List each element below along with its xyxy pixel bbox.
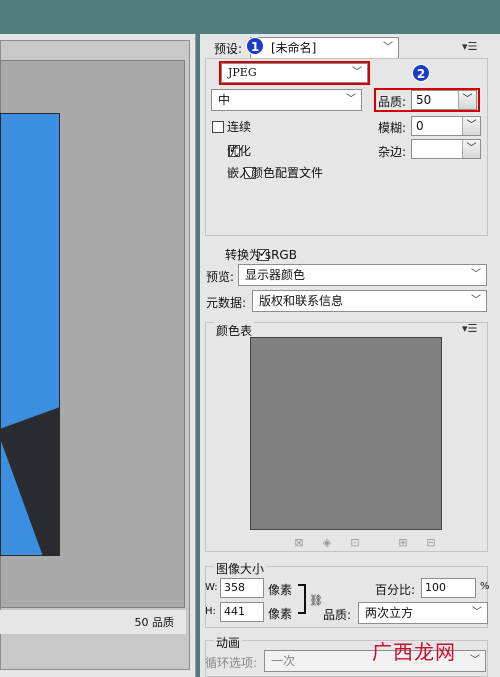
height-unit: 像素 (268, 607, 293, 621)
lock-color-icon[interactable]: ⊡ (348, 536, 362, 549)
constrain-bracket (298, 584, 306, 614)
map-color-icon[interactable]: ⊠ (292, 536, 306, 549)
animation-title: 动画 (214, 634, 243, 651)
blur-label: 模糊: (378, 121, 407, 135)
percent-unit: % (480, 581, 490, 592)
step-badge-1: 1 (246, 37, 264, 55)
preview-status-bar: 50 品质 (0, 610, 186, 634)
preview-dropdown[interactable]: 显示器颜色 ﹀ (238, 264, 487, 286)
color-table-swatches[interactable] (250, 337, 442, 530)
image-size-title: 图像大小 (214, 560, 267, 577)
chevron-down-icon: ﹀ (471, 269, 481, 280)
chevron-down-icon[interactable]: ﹀ (458, 91, 476, 109)
preview-image (0, 113, 60, 556)
chevron-down-icon[interactable]: ﹀ (462, 117, 480, 135)
link-icon[interactable]: ⛓ (309, 594, 323, 607)
new-color-icon[interactable]: ⊞ (396, 536, 410, 549)
chevron-down-icon: ﹀ (346, 94, 356, 105)
compression-value: 中 (218, 93, 231, 107)
preview-quality-text: 50 品质 (134, 616, 175, 629)
step-badge-2: 2 (412, 64, 430, 82)
chevron-down-icon: ﹀ (470, 655, 480, 666)
metadata-label: 元数据: (206, 296, 247, 310)
preview-value: 显示器颜色 (245, 268, 306, 282)
color-table-title: 颜色表 (214, 322, 255, 339)
quality-value: 50 (416, 93, 432, 107)
preset-value: [未命名] (271, 41, 317, 55)
preset-dropdown[interactable]: [未命名] ﹀ (250, 37, 399, 59)
metadata-dropdown[interactable]: 版权和联系信息 ﹀ (252, 290, 487, 312)
chevron-down-icon: ﹀ (352, 67, 362, 78)
trash-icon[interactable]: ⊟ (424, 536, 438, 549)
resample-quality-label: 品质: (323, 608, 352, 622)
percent-label: 百分比: (375, 583, 416, 597)
compression-dropdown[interactable]: 中 ﹀ (211, 89, 362, 111)
chevron-down-icon: ﹀ (472, 607, 482, 618)
watermark-text: 广西龙网 (372, 640, 456, 664)
resample-quality-dropdown[interactable]: 两次立方 ﹀ (358, 602, 488, 624)
panel-menu-icon[interactable]: ▾☰ (462, 40, 477, 53)
chevron-down-icon: ﹀ (471, 295, 481, 306)
matte-label: 杂边: (378, 145, 407, 159)
format-dropdown[interactable]: JPEG ﹀ (221, 63, 368, 83)
height-label: H: (205, 606, 216, 617)
loop-value: 一次 (271, 654, 296, 668)
metadata-value: 版权和联系信息 (259, 294, 344, 308)
convert-srgb-label: 转换为 sRGB (225, 248, 297, 262)
percent-input[interactable]: 100 (421, 578, 476, 598)
blur-field[interactable]: 0 ﹀ (411, 116, 481, 136)
chevron-down-icon: ﹀ (383, 42, 393, 53)
color-table-menu-icon[interactable]: ▾☰ (462, 322, 477, 335)
progressive-label: 连续 (227, 120, 252, 134)
resample-quality-value: 两次立方 (365, 606, 414, 620)
width-label: W: (205, 582, 218, 593)
color-table-toolbar: ⊠ ◈ ⊡ ⊞ ⊟ (292, 535, 452, 549)
width-unit: 像素 (268, 583, 293, 597)
quality-field[interactable]: 50 ﹀ (411, 90, 477, 110)
quality-label: 品质: (378, 95, 407, 109)
embed-profile-label: 嵌入颜色配置文件 (227, 166, 324, 180)
loop-label: 循环选项: (205, 656, 258, 670)
width-input[interactable]: 358 (220, 578, 264, 598)
window-titlebar (0, 0, 500, 34)
format-value: JPEG (228, 66, 257, 79)
blur-value: 0 (416, 119, 424, 133)
chevron-down-icon[interactable]: ﹀ (462, 140, 480, 158)
progressive-checkbox[interactable] (212, 120, 224, 133)
preview-image-dark-region (1, 402, 59, 555)
preset-label: 预设: (214, 42, 243, 56)
height-input[interactable]: 441 (220, 602, 264, 622)
matte-field[interactable]: ﹀ (411, 139, 481, 159)
preview-label: 预览: (206, 270, 235, 284)
optimize-label: 优化 (227, 144, 252, 158)
web-shift-icon[interactable]: ◈ (320, 536, 334, 549)
